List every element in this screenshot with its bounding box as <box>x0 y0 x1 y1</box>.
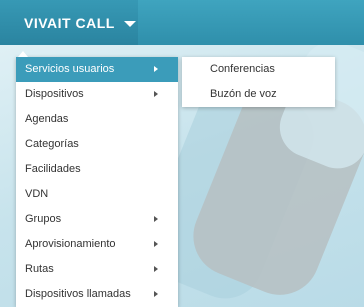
menu-item-facilidades[interactable]: Facilidades <box>16 157 178 182</box>
submenu-item-label: Conferencias <box>210 63 275 75</box>
brand-menu-button[interactable]: VIVAIT CALL <box>0 0 138 45</box>
chevron-right-icon <box>154 91 158 97</box>
menu-item-label: Agendas <box>25 113 69 125</box>
menu-item-grupos[interactable]: Grupos <box>16 207 178 232</box>
chevron-right-icon <box>154 266 158 272</box>
menu-pointer-icon <box>18 51 28 57</box>
menu-item-label: Rutas <box>25 263 54 275</box>
chevron-right-icon <box>154 291 158 297</box>
menu-item-dispositivos[interactable]: Dispositivos <box>16 82 178 107</box>
menu-item-servicios-usuarios[interactable]: Servicios usuarios <box>16 57 178 82</box>
menu-item-label: Categorías <box>25 138 79 150</box>
menu-item-label: Aprovisionamiento <box>25 238 116 250</box>
menu-item-aprovisionamiento[interactable]: Aprovisionamiento <box>16 232 178 257</box>
menu-item-label: Servicios usuarios <box>25 63 115 75</box>
menu-item-vdn[interactable]: VDN <box>16 182 178 207</box>
caret-down-icon <box>123 20 136 27</box>
brand-label: VIVAIT CALL <box>24 14 115 31</box>
menu-item-rutas[interactable]: Rutas <box>16 257 178 282</box>
main-dropdown-menu: Servicios usuarios Dispositivos Agendas … <box>16 57 178 307</box>
menu-item-label: Grupos <box>25 213 62 225</box>
top-navigation-bar: VIVAIT CALL <box>0 0 364 45</box>
menu-item-label: Dispositivos llamadas <box>25 288 131 300</box>
menu-item-dispositivos-llamadas[interactable]: Dispositivos llamadas <box>16 282 178 307</box>
submenu-item-conferencias[interactable]: Conferencias <box>182 57 335 82</box>
menu-item-categorias[interactable]: Categorías <box>16 132 178 157</box>
menu-item-label: Facilidades <box>25 163 81 175</box>
submenu-item-label: Buzón de voz <box>210 88 277 100</box>
chevron-right-icon <box>154 216 158 222</box>
menu-item-label: Dispositivos <box>25 88 84 100</box>
chevron-right-icon <box>154 241 158 247</box>
menu-item-label: VDN <box>25 188 49 200</box>
servicios-usuarios-submenu: Conferencias Buzón de voz <box>182 57 335 107</box>
chevron-right-icon <box>154 66 158 72</box>
menu-item-agendas[interactable]: Agendas <box>16 107 178 132</box>
submenu-item-buzon-de-voz[interactable]: Buzón de voz <box>182 82 335 107</box>
